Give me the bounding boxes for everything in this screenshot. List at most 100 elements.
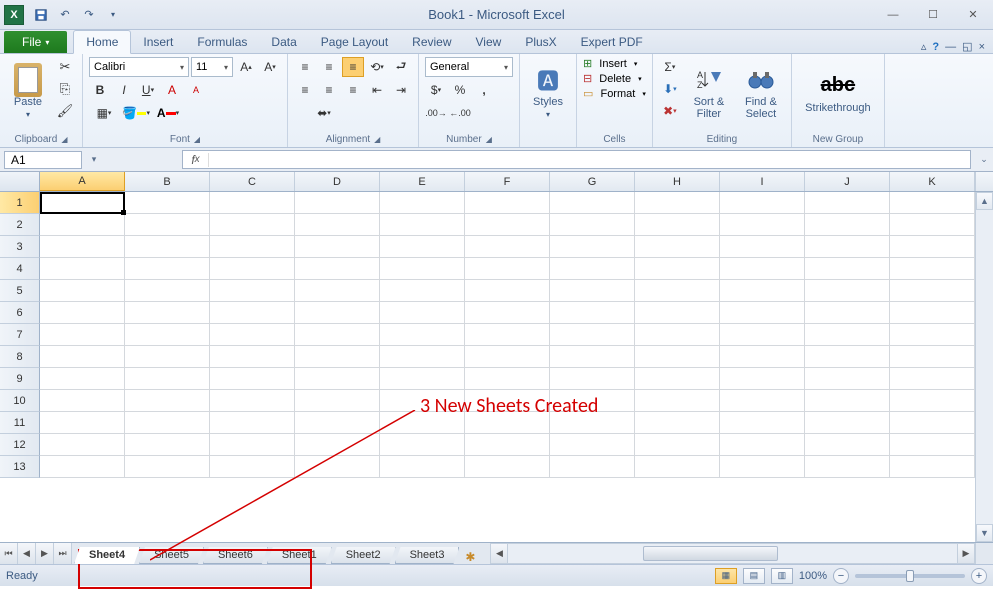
name-box-dropdown[interactable]: ▾ <box>86 154 102 165</box>
cell[interactable] <box>210 214 295 236</box>
cell[interactable] <box>720 346 805 368</box>
cell[interactable] <box>295 390 380 412</box>
cell[interactable] <box>890 280 975 302</box>
cell[interactable] <box>465 412 550 434</box>
cell[interactable] <box>805 214 890 236</box>
zoom-in-button[interactable]: + <box>971 568 987 584</box>
worksheet-grid[interactable]: 1 2 3 4 5 6 7 8 9 10 11 12 13 ▲ ▼ <box>0 192 993 542</box>
sheet-tab[interactable]: Sheet4 <box>74 547 140 564</box>
cell[interactable] <box>210 346 295 368</box>
cell[interactable] <box>635 214 720 236</box>
cell[interactable] <box>125 456 210 478</box>
hscroll-thumb[interactable] <box>643 546 778 561</box>
scroll-left-button[interactable]: ◀ <box>490 543 508 564</box>
cell[interactable] <box>295 412 380 434</box>
cell[interactable] <box>295 236 380 258</box>
column-header[interactable]: A <box>40 172 125 191</box>
cell[interactable] <box>380 192 465 214</box>
cell[interactable] <box>890 412 975 434</box>
cell[interactable] <box>890 192 975 214</box>
cell[interactable] <box>635 456 720 478</box>
cut-button[interactable]: ✂ <box>54 57 76 77</box>
cell[interactable] <box>380 456 465 478</box>
cell[interactable] <box>465 236 550 258</box>
cell[interactable] <box>890 346 975 368</box>
format-cells-button[interactable]: ▭ Format ▾ <box>583 87 646 100</box>
cell[interactable] <box>210 324 295 346</box>
cell[interactable] <box>380 214 465 236</box>
cell[interactable] <box>380 302 465 324</box>
tab-page-layout[interactable]: Page Layout <box>309 31 400 53</box>
cell[interactable] <box>40 214 125 236</box>
tab-home[interactable]: Home <box>73 30 131 54</box>
fill-button[interactable]: ⬇▾ <box>659 79 681 99</box>
window-close-icon[interactable]: × <box>979 41 985 53</box>
sheet-tab[interactable]: Sheet2 <box>331 547 396 564</box>
sheet-tab[interactable]: Sheet3 <box>395 547 460 564</box>
zoom-out-button[interactable]: − <box>833 568 849 584</box>
cell[interactable] <box>890 368 975 390</box>
scroll-right-button[interactable]: ▶ <box>957 543 975 564</box>
page-break-view-button[interactable]: ▥ <box>771 568 793 584</box>
cell[interactable] <box>550 346 635 368</box>
cell[interactable] <box>720 324 805 346</box>
bold-button[interactable]: B <box>89 80 111 100</box>
cell[interactable] <box>550 236 635 258</box>
cell[interactable] <box>805 456 890 478</box>
maximize-button[interactable]: ☐ <box>913 3 953 27</box>
italic-button[interactable]: I <box>113 80 135 100</box>
cell[interactable] <box>550 280 635 302</box>
cell[interactable] <box>550 302 635 324</box>
cell[interactable] <box>720 456 805 478</box>
accounting-format-button[interactable]: $▾ <box>425 80 447 100</box>
sheet-tab[interactable]: Sheet1 <box>267 547 332 564</box>
column-header[interactable]: J <box>805 172 890 191</box>
zoom-level[interactable]: 100% <box>799 570 827 582</box>
decrease-decimal-button[interactable]: ←.00 <box>449 103 471 123</box>
cell[interactable] <box>40 368 125 390</box>
row-header[interactable]: 9 <box>0 368 40 390</box>
cell[interactable] <box>210 368 295 390</box>
cell[interactable] <box>720 302 805 324</box>
cell[interactable] <box>295 324 380 346</box>
cell[interactable] <box>635 412 720 434</box>
cell[interactable] <box>295 280 380 302</box>
paste-button[interactable]: Paste▾ <box>6 57 50 127</box>
increase-indent-button[interactable]: ⇥ <box>390 80 412 100</box>
sort-filter-button[interactable]: AZ Sort & Filter <box>685 57 733 127</box>
cell[interactable] <box>720 192 805 214</box>
row-header[interactable]: 13 <box>0 456 40 478</box>
cell[interactable] <box>635 192 720 214</box>
cell[interactable] <box>465 368 550 390</box>
cell[interactable] <box>125 258 210 280</box>
cell[interactable] <box>295 456 380 478</box>
cell[interactable] <box>40 302 125 324</box>
underline-button[interactable]: U▾ <box>137 80 159 100</box>
column-header[interactable]: F <box>465 172 550 191</box>
cell[interactable] <box>550 390 635 412</box>
cell[interactable] <box>805 324 890 346</box>
cell[interactable] <box>380 258 465 280</box>
merge-center-button[interactable]: ⬌▾ <box>294 103 354 123</box>
cell[interactable] <box>805 280 890 302</box>
column-header[interactable]: E <box>380 172 465 191</box>
autosum-button[interactable]: Σ▾ <box>659 57 681 77</box>
first-sheet-button[interactable]: ⏮ <box>0 543 18 564</box>
cell[interactable] <box>890 456 975 478</box>
copy-button[interactable]: ⎘ <box>54 79 76 99</box>
close-button[interactable]: ✕ <box>953 3 993 27</box>
cell[interactable] <box>890 324 975 346</box>
row-header[interactable]: 12 <box>0 434 40 456</box>
cell[interactable] <box>295 368 380 390</box>
font-grow-button[interactable]: A <box>161 80 183 100</box>
column-header[interactable]: K <box>890 172 975 191</box>
cell[interactable] <box>890 214 975 236</box>
cell[interactable] <box>720 280 805 302</box>
find-select-button[interactable]: Find & Select <box>737 57 785 127</box>
cell[interactable] <box>210 302 295 324</box>
undo-button[interactable]: ↶ <box>54 4 76 26</box>
cell[interactable] <box>635 302 720 324</box>
cell[interactable] <box>635 280 720 302</box>
cell[interactable] <box>40 280 125 302</box>
row-header[interactable]: 11 <box>0 412 40 434</box>
